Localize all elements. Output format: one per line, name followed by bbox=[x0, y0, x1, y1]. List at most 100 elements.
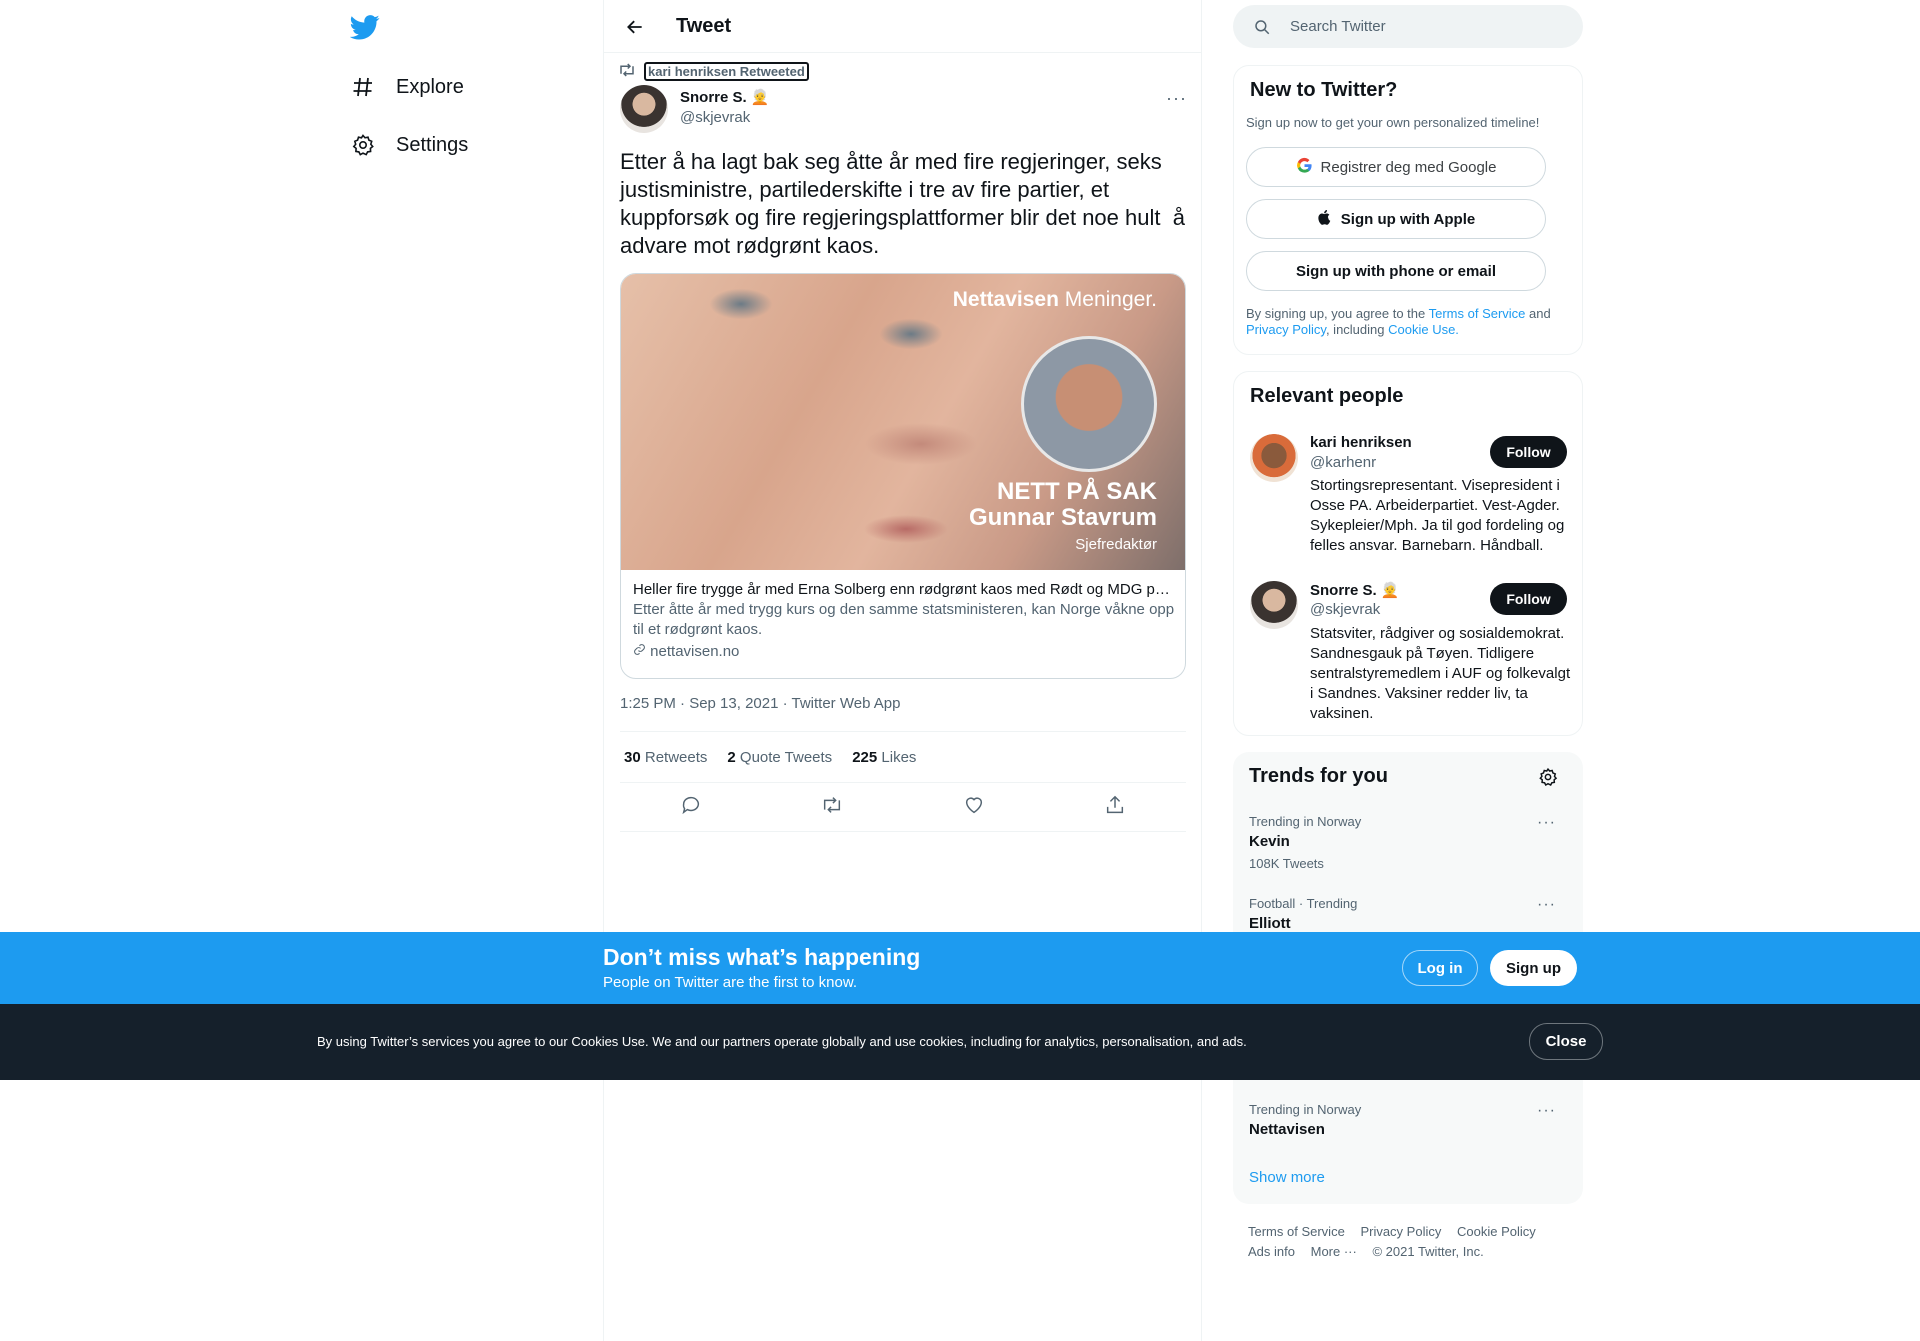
nav-explore-label: Explore bbox=[396, 75, 464, 98]
card-description: Etter åtte år med trygg kurs og den samm… bbox=[633, 601, 1175, 638]
person-avatar-karhenr[interactable] bbox=[1250, 434, 1298, 482]
trend-item[interactable]: Football · Trending Elliott ··· bbox=[1233, 890, 1583, 932]
banner-title: Don’t miss what’s happening bbox=[603, 944, 921, 970]
new-to-twitter-title: New to Twitter? bbox=[1250, 79, 1398, 101]
quotes-stat[interactable]: 2 Quote Tweets bbox=[727, 749, 832, 766]
person-name[interactable]: kari henriksen bbox=[1310, 434, 1412, 451]
cookie-link[interactable]: Cookie Use. bbox=[1388, 322, 1459, 337]
apple-signup-label: Sign up with Apple bbox=[1340, 210, 1476, 228]
show-more-link[interactable]: Show more bbox=[1249, 1169, 1325, 1186]
card-image-headline-1: NETT PÅ SAK bbox=[996, 478, 1157, 505]
google-signup-button[interactable]: Registrer deg med Google bbox=[1246, 147, 1546, 187]
author-handle[interactable]: @skjevrak bbox=[680, 109, 750, 126]
page-title: Tweet bbox=[676, 15, 732, 37]
apple-icon bbox=[1317, 208, 1333, 230]
card-image: Nettavisen Meninger. NETT PÅ SAK Gunnar … bbox=[621, 274, 1185, 570]
cookie-consent-text: By using Twitter’s services you agree to… bbox=[317, 1034, 1247, 1049]
cookie-consent-bar: By using Twitter’s services you agree to… bbox=[0, 1004, 1920, 1080]
cookie-close-button[interactable]: Close bbox=[1529, 1023, 1603, 1060]
nav-explore[interactable]: Explore bbox=[350, 65, 464, 109]
card-domain: nettavisen.no bbox=[633, 642, 1178, 662]
trend-item[interactable]: Trending in Norway Kevin 108K Tweets ··· bbox=[1233, 808, 1583, 888]
more-options-icon[interactable]: ··· bbox=[1166, 88, 1187, 109]
person-bio: Stortingsrepresentant. Visepresident i O… bbox=[1310, 477, 1565, 554]
trend-item[interactable]: Trending in Norway Nettavisen ··· bbox=[1233, 1096, 1583, 1146]
trend-meta: Trending in Norway bbox=[1249, 1102, 1362, 1117]
terms-link[interactable]: Terms of Service bbox=[1429, 306, 1526, 321]
card-body: Heller fire trygge år med Erna Solberg e… bbox=[633, 580, 1178, 662]
relevant-people-title: Relevant people bbox=[1250, 385, 1404, 407]
footer-copyright: © 2021 Twitter, Inc. bbox=[1372, 1244, 1484, 1259]
gear-icon bbox=[350, 132, 376, 158]
back-arrow-icon[interactable] bbox=[622, 14, 648, 40]
phone-email-signup-label: Sign up with phone or email bbox=[1295, 262, 1496, 280]
google-signup-label: Registrer deg med Google bbox=[1320, 158, 1497, 176]
card-image-subline: Sjefredaktør bbox=[1075, 536, 1157, 553]
phone-email-signup-button[interactable]: Sign up with phone or email bbox=[1246, 251, 1546, 291]
person-name[interactable]: Snorre S. 🧑‍🦳 bbox=[1310, 581, 1400, 599]
link-icon bbox=[633, 643, 650, 660]
footer-terms-link[interactable]: Terms of Service bbox=[1248, 1224, 1345, 1239]
person-handle[interactable]: @skjevrak bbox=[1310, 601, 1380, 618]
search-bar[interactable]: Search Twitter bbox=[1233, 5, 1583, 48]
link-card[interactable]: Nettavisen Meninger. NETT PÅ SAK Gunnar … bbox=[620, 273, 1186, 679]
trend-name: Kevin bbox=[1249, 833, 1290, 850]
card-title: Heller fire trygge år med Erna Solberg e… bbox=[633, 581, 1178, 598]
login-button[interactable]: Log in bbox=[1402, 950, 1478, 986]
footer-more-link[interactable]: More ··· bbox=[1311, 1244, 1357, 1259]
share-icon[interactable] bbox=[1104, 794, 1126, 821]
retweet-context: kari henriksen Retweeted bbox=[618, 62, 809, 81]
author-avatar[interactable] bbox=[620, 85, 668, 133]
privacy-link[interactable]: Privacy Policy bbox=[1246, 322, 1326, 337]
hashtag-icon bbox=[350, 74, 376, 100]
more-icon[interactable]: ··· bbox=[1537, 814, 1556, 832]
tweet-header: Tweet bbox=[604, 0, 1201, 53]
retweet-icon bbox=[618, 62, 636, 81]
trends-settings-gear-icon[interactable] bbox=[1538, 767, 1558, 792]
signup-button[interactable]: Sign up bbox=[1490, 950, 1577, 986]
person-bio: Statsviter, rådgiver og sosialdemokrat. … bbox=[1310, 625, 1571, 722]
retweet-action-icon[interactable] bbox=[821, 794, 843, 821]
trend-meta: Trending in Norway bbox=[1249, 814, 1362, 829]
footer-links: Terms of Service Privacy Policy Cookie P… bbox=[1248, 1222, 1578, 1262]
google-icon bbox=[1296, 157, 1313, 178]
relevant-people-panel: Relevant people kari henriksen @karhenr … bbox=[1233, 371, 1583, 736]
new-to-twitter-panel: New to Twitter? Sign up now to get your … bbox=[1233, 65, 1583, 355]
signup-legal-text: By signing up, you agree to the Terms of… bbox=[1246, 306, 1551, 337]
author-name[interactable]: Snorre S. 🧑‍🦳 bbox=[680, 88, 770, 106]
nav-settings[interactable]: Settings bbox=[350, 123, 468, 167]
nav-settings-label: Settings bbox=[396, 133, 469, 156]
trend-meta: Football · Trending bbox=[1249, 896, 1358, 911]
search-icon bbox=[1253, 18, 1271, 41]
retweets-stat[interactable]: 30 Retweets bbox=[624, 749, 707, 766]
twitter-logo-icon[interactable] bbox=[349, 12, 380, 42]
person-handle[interactable]: @karhenr bbox=[1310, 454, 1376, 471]
follow-button-karhenr[interactable]: Follow bbox=[1490, 436, 1567, 468]
like-icon[interactable] bbox=[963, 794, 985, 821]
search-placeholder: Search Twitter bbox=[1290, 18, 1386, 35]
trend-name: Nettavisen bbox=[1249, 1121, 1325, 1138]
new-to-twitter-subtitle: Sign up now to get your own personalized… bbox=[1246, 115, 1540, 130]
tweet-stats: 30 Retweets 2 Quote Tweets 225 Likes bbox=[620, 731, 1186, 783]
more-icon[interactable]: ··· bbox=[1537, 1102, 1556, 1120]
person-avatar-skjevrak[interactable] bbox=[1250, 581, 1298, 629]
banner-subtitle: People on Twitter are the first to know. bbox=[603, 974, 858, 991]
tweet-text: Etter å ha lagt bak seg åtte år med fire… bbox=[620, 149, 1192, 258]
footer-ads-link[interactable]: Ads info bbox=[1248, 1244, 1295, 1259]
footer-cookie-link[interactable]: Cookie Policy bbox=[1457, 1224, 1536, 1239]
retweeted-by-link[interactable]: kari henriksen Retweeted bbox=[644, 62, 809, 81]
card-image-portrait bbox=[1021, 336, 1157, 472]
card-image-brand: Nettavisen Meninger. bbox=[952, 288, 1157, 311]
footer-privacy-link[interactable]: Privacy Policy bbox=[1360, 1224, 1441, 1239]
tweet-actions bbox=[620, 784, 1186, 832]
trends-title: Trends for you bbox=[1249, 765, 1388, 787]
follow-button-skjevrak[interactable]: Follow bbox=[1490, 583, 1567, 615]
apple-signup-button[interactable]: Sign up with Apple bbox=[1246, 199, 1546, 239]
trend-count: 108K Tweets bbox=[1249, 856, 1324, 871]
reply-icon[interactable] bbox=[680, 794, 702, 821]
trend-name: Elliott bbox=[1249, 915, 1291, 932]
signup-banner: Don’t miss what’s happening People on Tw… bbox=[0, 932, 1920, 1004]
likes-stat[interactable]: 225 Likes bbox=[852, 749, 916, 766]
more-icon[interactable]: ··· bbox=[1537, 896, 1556, 914]
tweet-timestamp[interactable]: 1:25 PM · Sep 13, 2021 · Twitter Web App bbox=[620, 695, 900, 712]
